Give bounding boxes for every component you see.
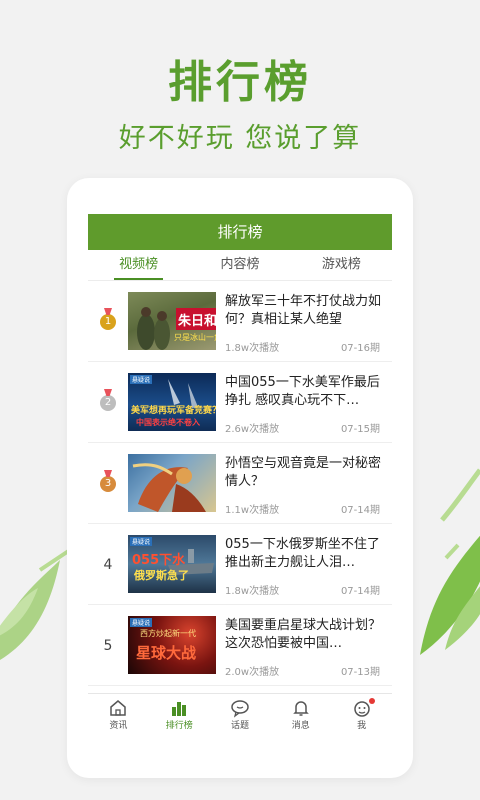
thumbnail-caption: 朱日和 <box>178 314 216 329</box>
ranking-list: 1 朱日和 只是冰山一角 解放军三十年不打仗战力如何？真相让某人绝望 1.8w次… <box>88 281 392 686</box>
nav-label: 排行榜 <box>165 721 193 731</box>
play-count: 2.0w次播放 <box>225 667 280 678</box>
app-header-title: 排行榜 <box>88 214 392 250</box>
nav-item-messages[interactable]: 消息 <box>270 694 331 738</box>
rank-indicator: 2 <box>98 392 118 414</box>
issue-period: 07-15期 <box>340 424 380 435</box>
channel-badge: 悬疑说 <box>130 375 153 384</box>
tab-content-ranking[interactable]: 内容榜 <box>189 250 290 280</box>
rank-number: 4 <box>103 557 113 573</box>
gold-medal-icon: 1 <box>100 314 116 330</box>
thumbnail-caption: 美军想再玩军备竞赛？ <box>131 406 216 416</box>
tab-game-ranking[interactable]: 游戏榜 <box>291 250 392 280</box>
list-item[interactable]: 4 悬疑说 055下水 俄罗斯急了 055一下水俄罗斯坐不住了 推出新主力舰让人… <box>88 524 392 605</box>
bar-chart-icon <box>149 698 210 720</box>
bottom-navigation: 资讯 排行榜 话题 消息 我 <box>88 693 392 738</box>
video-title[interactable]: 孙悟空与观音竟是一对秘密情人？ <box>225 455 383 491</box>
hero-title: 排行榜 <box>168 57 312 108</box>
channel-badge: 悬疑说 <box>130 618 153 627</box>
ranking-tabs: 视频榜 内容榜 游戏榜 <box>88 250 392 281</box>
video-thumbnail[interactable]: 朱日和 只是冰山一角 <box>128 292 216 350</box>
play-count: 2.6w次播放 <box>225 424 280 435</box>
home-icon <box>88 698 149 720</box>
list-item[interactable]: 5 悬疑说 西方炒起新一代 星球大战 美国要重启星球大战计划？这次恐怕要被中国…… <box>88 605 392 686</box>
issue-period: 07-13期 <box>340 667 380 678</box>
play-count: 1.8w次播放 <box>225 586 280 597</box>
tab-video-ranking[interactable]: 视频榜 <box>88 250 189 280</box>
list-item[interactable]: 2 悬疑说 美军想再玩军备竞赛？ 中国表示绝不卷入 中国055一下水美军作最后挣… <box>88 362 392 443</box>
thumbnail-caption: 星球大战 <box>136 644 197 662</box>
nav-item-news[interactable]: 资讯 <box>88 694 149 738</box>
nav-label: 消息 <box>291 721 310 731</box>
nav-label: 我 <box>357 721 367 731</box>
list-item[interactable]: 1 朱日和 只是冰山一角 解放军三十年不打仗战力如何？真相让某人绝望 1.8w次… <box>88 281 392 362</box>
thumbnail-subcaption: 中国表示绝不卷入 <box>136 418 200 427</box>
rank-indicator: 3 <box>98 473 118 495</box>
issue-period: 07-14期 <box>340 505 380 516</box>
play-count: 1.1w次播放 <box>225 505 280 516</box>
nav-item-topics[interactable]: 话题 <box>210 694 271 738</box>
nav-label: 资讯 <box>109 721 128 731</box>
rank-indicator: 4 <box>98 554 118 576</box>
bell-icon <box>270 698 331 720</box>
channel-badge: 悬疑说 <box>130 537 153 546</box>
chat-bubble-icon <box>210 698 271 720</box>
video-thumbnail[interactable]: 悬疑说 西方炒起新一代 星球大战 <box>128 616 216 674</box>
issue-period: 07-14期 <box>340 586 380 597</box>
nav-label: 话题 <box>230 721 249 731</box>
rank-indicator: 5 <box>98 635 118 657</box>
bronze-medal-icon: 3 <box>100 476 116 492</box>
thumbnail-caption: 055下水 <box>132 553 186 568</box>
silver-medal-icon: 2 <box>100 395 116 411</box>
nav-item-ranking[interactable]: 排行榜 <box>149 694 210 738</box>
hero-subtitle: 好不好玩 您说了算 <box>118 123 362 154</box>
list-item[interactable]: 3 孙悟空与观音竟是一对秘密情人？ 1.1w次播放 07-14期 <box>88 443 392 524</box>
nav-item-me[interactable]: 我 <box>331 694 392 738</box>
rank-number: 5 <box>103 638 113 654</box>
thumbnail-subcaption: 只是冰山一角 <box>174 333 216 342</box>
video-title[interactable]: 解放军三十年不打仗战力如何？真相让某人绝望 <box>225 293 383 329</box>
rank-indicator: 1 <box>98 311 118 333</box>
video-thumbnail[interactable]: 悬疑说 055下水 俄罗斯急了 <box>128 535 216 593</box>
video-thumbnail[interactable]: 悬疑说 美军想再玩军备竞赛？ 中国表示绝不卷入 <box>128 373 216 431</box>
video-thumbnail[interactable] <box>128 454 216 512</box>
leaf-decoration-right <box>420 468 480 655</box>
face-icon <box>331 698 392 720</box>
video-title[interactable]: 美国要重启星球大战计划？这次恐怕要被中国… <box>225 617 383 653</box>
video-title[interactable]: 中国055一下水美军作最后挣扎 感叹真心玩不下… <box>225 374 383 410</box>
notification-dot <box>368 698 375 704</box>
play-count: 1.8w次播放 <box>225 343 280 354</box>
issue-period: 07-16期 <box>340 343 380 354</box>
thumbnail-subcaption: 西方炒起新一代 <box>140 629 196 638</box>
app-screen: 排行榜 视频榜 内容榜 游戏榜 1 朱日和 只是冰山一角 解放军三十年 <box>88 214 392 738</box>
video-title[interactable]: 055一下水俄罗斯坐不住了 推出新主力舰让人泪… <box>225 536 383 572</box>
thumbnail-subcaption: 俄罗斯急了 <box>134 569 189 582</box>
